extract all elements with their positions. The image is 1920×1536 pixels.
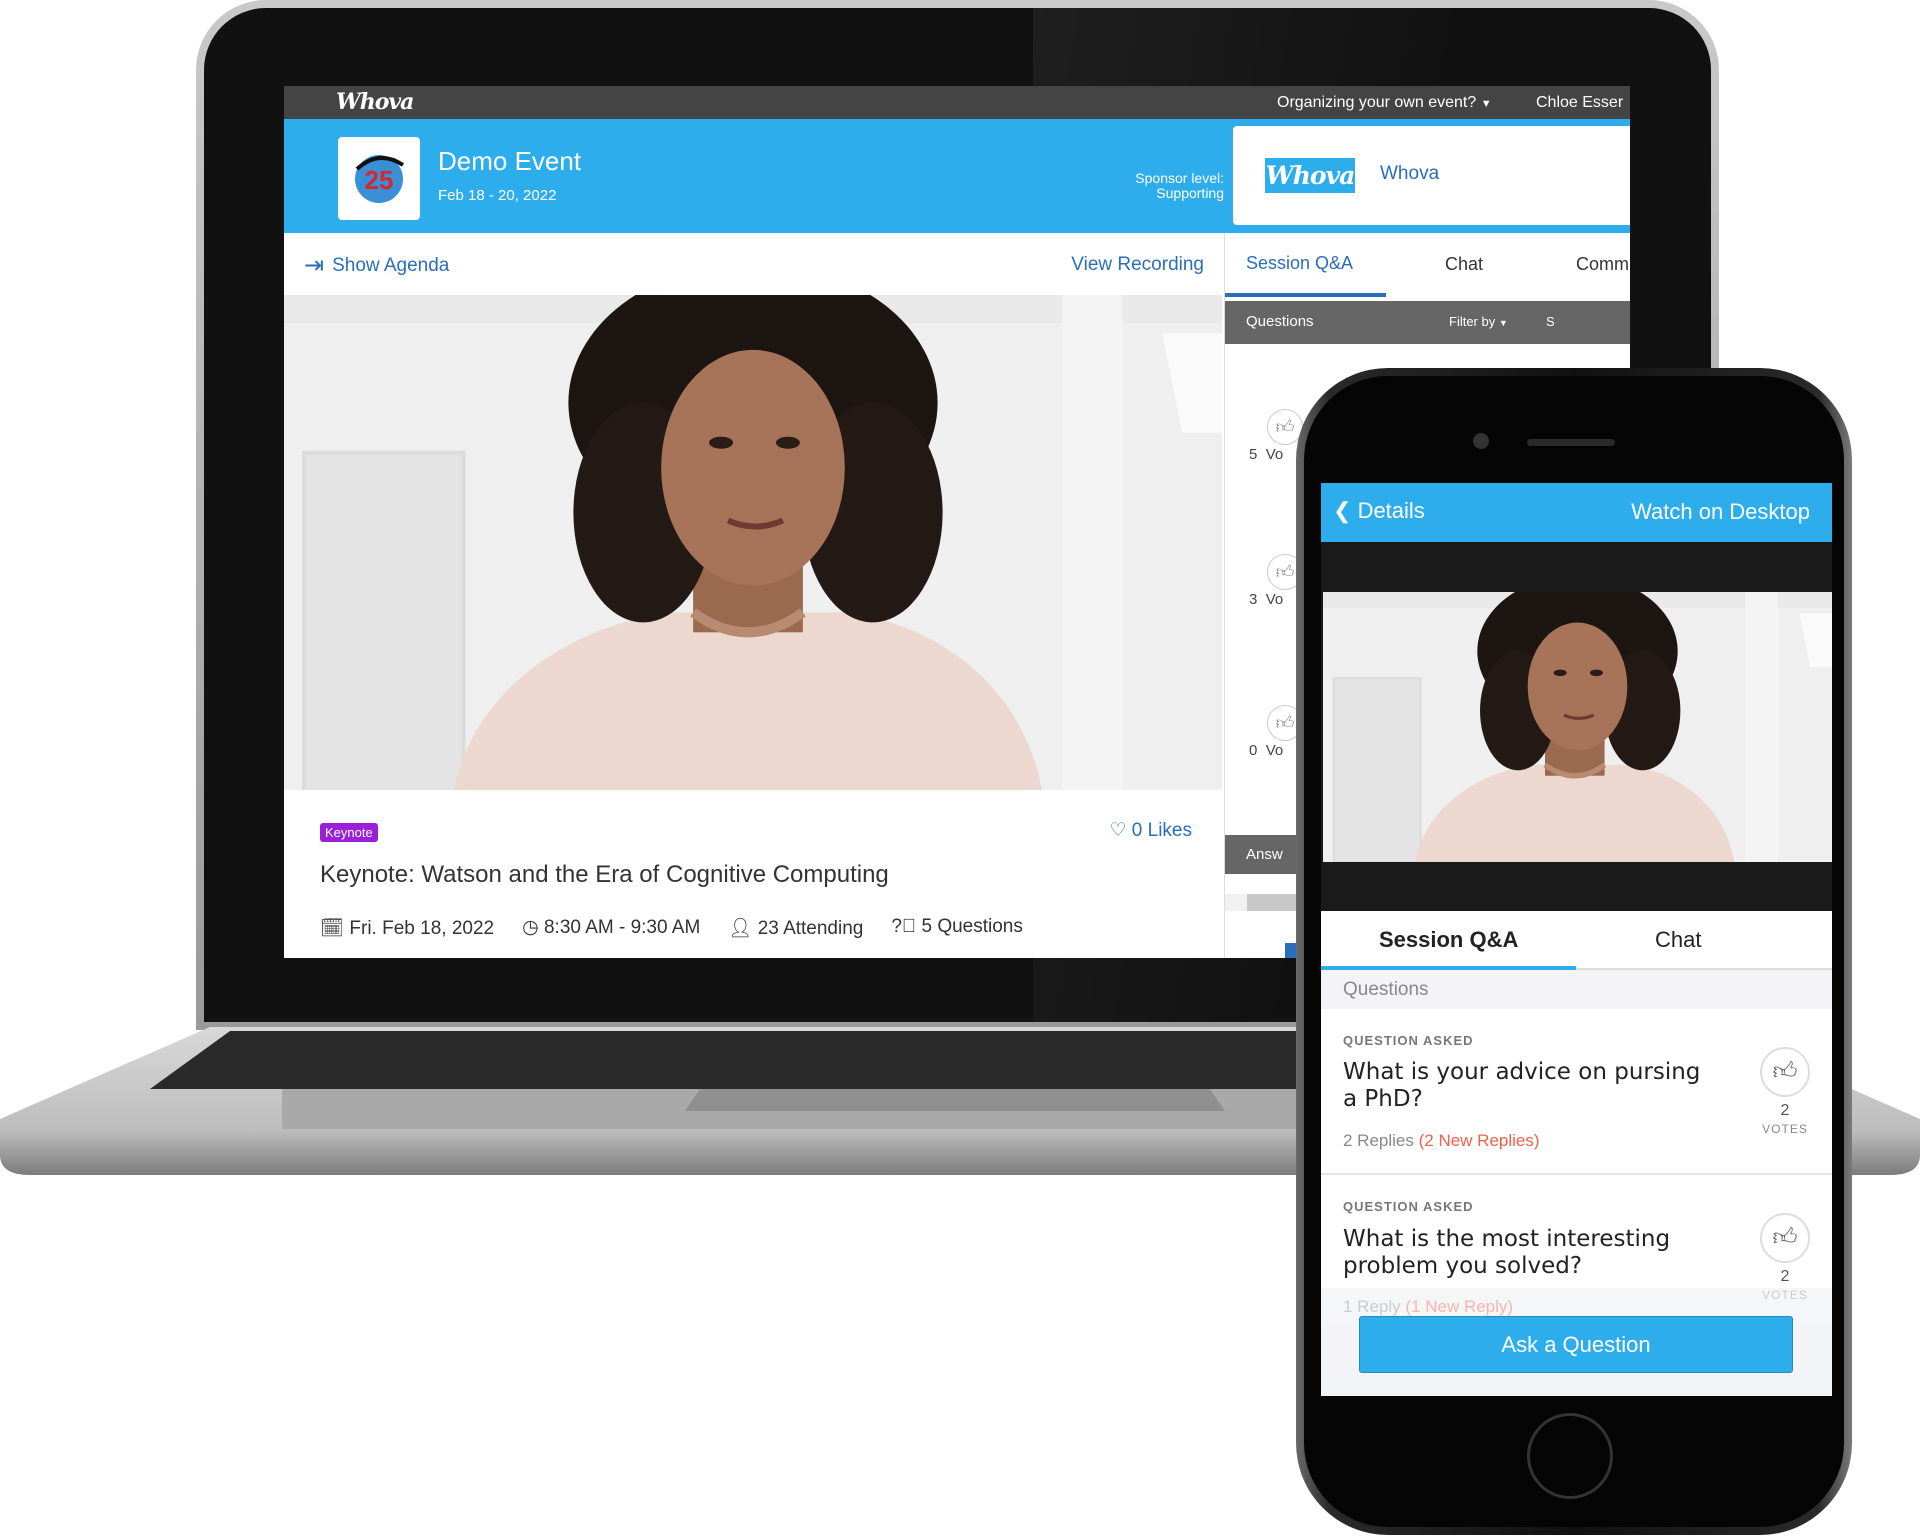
keynote-badge: Keynote bbox=[320, 823, 378, 842]
organizing-label: Organizing your own event? bbox=[1277, 94, 1477, 111]
phone-video[interactable] bbox=[1323, 592, 1832, 862]
speaker-grille bbox=[1527, 439, 1615, 446]
attending-text: 23 Attending bbox=[757, 918, 864, 939]
thumbs-up-icon: 👍︎ bbox=[1275, 562, 1295, 582]
new-replies: (2 New Replies) bbox=[1418, 1131, 1540, 1150]
reply-count: 1 Reply (1 New Reply) bbox=[1343, 1297, 1514, 1316]
thumbs-up-icon: 👍︎ bbox=[1275, 713, 1295, 733]
thumbs-up-icon: 👍︎ bbox=[1772, 1224, 1798, 1251]
session-nav: ⇥ Show Agenda View Recording bbox=[284, 233, 1224, 295]
svg-text:25: 25 bbox=[365, 165, 394, 195]
session-time: ◷ 8:30 AM - 9:30 AM bbox=[522, 916, 700, 940]
user-menu[interactable]: Chloe Esser bbox=[1536, 94, 1623, 112]
question-item[interactable]: QUESTION ASKED What is your advice on pu… bbox=[1321, 1009, 1832, 1175]
question-circle-icon: ?⃝ bbox=[891, 916, 917, 937]
speaker-video-frame bbox=[284, 295, 1222, 790]
vote-count: 0 Vo bbox=[1249, 742, 1284, 759]
vote-count: 2 bbox=[1780, 1102, 1790, 1119]
sponsor-logo: Whova bbox=[1265, 158, 1355, 193]
organizing-event-dropdown[interactable]: Organizing your own event? ▼ bbox=[1277, 94, 1492, 112]
expand-agenda-icon: ⇥ bbox=[304, 252, 325, 279]
votes-label: VOTES bbox=[1762, 1288, 1808, 1302]
session-date: 🗓︎ Fri. Feb 18, 2022 bbox=[320, 916, 494, 940]
clock-icon: ◷ bbox=[522, 917, 539, 938]
vote-count: 3 Vo bbox=[1249, 591, 1284, 608]
sponsor-name[interactable]: Whova bbox=[1380, 163, 1439, 185]
caret-down-icon: ▼ bbox=[1498, 318, 1508, 328]
sort-dropdown[interactable]: S bbox=[1546, 314, 1555, 329]
user-check-icon: 👤︎ bbox=[728, 918, 753, 939]
votes-label: VOTES bbox=[1762, 1122, 1808, 1136]
likes-count: 0 Likes bbox=[1131, 820, 1192, 841]
phone-tabs: Session Q&A Chat bbox=[1321, 911, 1832, 970]
question-text: What is the most interesting problem you … bbox=[1343, 1226, 1671, 1279]
event-logo: 25 bbox=[338, 137, 420, 220]
tab-session-qa[interactable]: Session Q&A bbox=[1246, 253, 1353, 274]
question-label: QUESTION ASKED bbox=[1343, 1033, 1474, 1048]
session-video[interactable] bbox=[284, 295, 1222, 790]
session-info: Keynote ♡ 0 Likes Keynote: Watson and th… bbox=[284, 790, 1222, 958]
thumbs-up-icon: 👍︎ bbox=[1772, 1058, 1798, 1085]
caret-down-icon: ▼ bbox=[1480, 98, 1492, 110]
section-title: Questions bbox=[1343, 979, 1429, 1000]
show-agenda-link[interactable]: ⇥ Show Agenda bbox=[304, 251, 449, 280]
session-meta: 🗓︎ Fri. Feb 18, 2022 ◷ 8:30 AM - 9:30 AM… bbox=[320, 916, 1023, 940]
questions-text: 5 Questions bbox=[921, 916, 1023, 937]
active-tab-indicator bbox=[1225, 293, 1386, 297]
answered-bar-title: Answ bbox=[1246, 846, 1283, 863]
likes-button[interactable]: ♡ 0 Likes bbox=[1109, 819, 1192, 842]
upvote-button[interactable]: 👍︎ bbox=[1760, 1047, 1810, 1097]
questions-bar: Questions Filter by ▼ S bbox=[1225, 301, 1630, 344]
vote-count: 2 bbox=[1780, 1268, 1790, 1285]
event-dates: Feb 18 - 20, 2022 bbox=[438, 187, 557, 204]
back-button[interactable]: ❮ Details bbox=[1333, 498, 1425, 524]
front-camera-icon bbox=[1473, 433, 1489, 449]
thumbs-up-icon: 👍︎ bbox=[1275, 417, 1295, 437]
ask-question-button[interactable]: Ask a Question bbox=[1359, 1316, 1793, 1373]
sponsor-card[interactable]: Whova Whova bbox=[1233, 126, 1630, 225]
whova-logo[interactable]: Whova bbox=[336, 89, 414, 115]
tab-community[interactable]: Comm bbox=[1576, 254, 1629, 275]
event-title: Demo Event bbox=[438, 146, 582, 176]
phone-tab-session-qa[interactable]: Session Q&A bbox=[1379, 927, 1518, 953]
event-header: 25 Demo Event Feb 18 - 20, 2022 Sponsor … bbox=[284, 119, 1630, 233]
session-attending[interactable]: 👤︎ 23 Attending bbox=[728, 916, 863, 940]
sponsor-level-label: Sponsor level: bbox=[1135, 170, 1224, 186]
anniversary-logo-icon: 25 bbox=[355, 154, 405, 203]
chevron-left-icon: ❮ bbox=[1333, 498, 1352, 523]
watch-on-desktop-link[interactable]: Watch on Desktop bbox=[1631, 499, 1810, 525]
upvote-button[interactable]: 👍︎ bbox=[1760, 1213, 1810, 1263]
phone-tab-chat[interactable]: Chat bbox=[1655, 927, 1701, 953]
calendar-icon: 🗓︎ bbox=[320, 918, 345, 939]
session-title: Keynote: Watson and the Era of Cognitive… bbox=[320, 861, 889, 888]
questions-section-header: Questions bbox=[1321, 970, 1832, 1009]
date-text: Fri. Feb 18, 2022 bbox=[349, 918, 495, 939]
speaker-video-frame bbox=[1323, 592, 1832, 862]
filter-label: Filter by bbox=[1449, 314, 1496, 329]
question-label: QUESTION ASKED bbox=[1343, 1199, 1474, 1214]
time-text: 8:30 AM - 9:30 AM bbox=[543, 917, 701, 938]
home-button[interactable] bbox=[1527, 1413, 1613, 1499]
reply-count: 2 Replies (2 New Replies) bbox=[1343, 1131, 1540, 1150]
filter-dropdown[interactable]: Filter by ▼ bbox=[1449, 314, 1508, 329]
phone-screen: ❮ Details Watch on Desktop Session Q&A C… bbox=[1321, 483, 1832, 1396]
show-agenda-label: Show Agenda bbox=[332, 254, 450, 276]
vote-count: 5 Vo bbox=[1249, 446, 1284, 463]
top-bar: Whova Organizing your own event? ▼ Chloe… bbox=[284, 86, 1630, 119]
sponsor-level: Sponsor level: Supporting bbox=[1135, 171, 1224, 201]
sponsor-level-value: Supporting bbox=[1156, 185, 1224, 201]
questions-bar-title: Questions bbox=[1246, 313, 1314, 330]
tab-chat[interactable]: Chat bbox=[1445, 254, 1483, 275]
heart-icon: ♡ bbox=[1109, 820, 1127, 841]
new-replies: (1 New Reply) bbox=[1405, 1297, 1514, 1316]
session-questions[interactable]: ?⃝ 5 Questions bbox=[891, 916, 1023, 940]
question-text: What is your advice on pursing a PhD? bbox=[1343, 1059, 1701, 1112]
back-label: Details bbox=[1357, 498, 1425, 523]
view-recording-link[interactable]: View Recording bbox=[1071, 254, 1204, 276]
phone-nav-bar: ❮ Details Watch on Desktop bbox=[1321, 483, 1832, 542]
